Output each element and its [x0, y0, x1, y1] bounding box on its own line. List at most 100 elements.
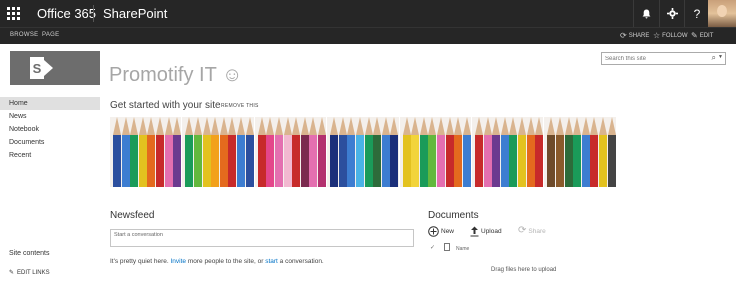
- gear-icon[interactable]: [659, 0, 684, 27]
- pencil-image: [300, 117, 309, 187]
- search-input[interactable]: [605, 54, 710, 64]
- drag-files-hint: Drag files here to upload: [491, 267, 557, 273]
- app-launcher-icon[interactable]: [0, 0, 27, 27]
- pencil-image: [445, 117, 454, 187]
- get-started-tile[interactable]: [182, 117, 255, 187]
- nav-item-home[interactable]: Home: [0, 97, 100, 110]
- pencil-icon: ✎: [9, 270, 15, 276]
- pencil-image: [309, 117, 318, 187]
- pencil-image: [526, 117, 535, 187]
- get-started-tile[interactable]: [327, 117, 400, 187]
- pencil-image: [202, 117, 211, 187]
- nav-item-recent[interactable]: Recent: [0, 149, 100, 162]
- site-logo[interactable]: S: [10, 51, 100, 85]
- newsfeed-title[interactable]: Newsfeed: [110, 210, 154, 221]
- pencil-image: [483, 117, 492, 187]
- pencil-image: [547, 117, 556, 187]
- suite-bar: Office 365 SharePoint ?: [0, 0, 736, 27]
- chevron-down-icon[interactable]: ▼: [718, 54, 723, 60]
- get-started-tile[interactable]: [544, 117, 617, 187]
- pencil-image: [228, 117, 237, 187]
- select-all-checkmark-icon[interactable]: ✓: [430, 244, 435, 251]
- remove-this-link[interactable]: REMOVE THIS: [221, 103, 259, 109]
- edit-button[interactable]: ✎ EDIT: [691, 31, 713, 40]
- pencil-image: [454, 117, 463, 187]
- pencil-image: [381, 117, 390, 187]
- pencil-image: [500, 117, 509, 187]
- pencil-image: [428, 117, 437, 187]
- pencil-image: [138, 117, 147, 187]
- plus-circle-icon: [428, 226, 439, 237]
- quiet-suffix: a conversation.: [279, 258, 324, 265]
- pencil-image: [219, 117, 228, 187]
- newsfeed-empty-message: It's pretty quiet here. Invite more peop…: [110, 258, 324, 265]
- pencil-image: [173, 117, 182, 187]
- pencil-image: [535, 117, 544, 187]
- get-started-heading: Get started with your site: [110, 100, 221, 111]
- conversation-input[interactable]: Start a conversation: [110, 229, 414, 247]
- pencil-image: [390, 117, 399, 187]
- ribbon: BROWSE PAGE ⟳ SHARE ☆ FOLLOW ✎ EDIT: [0, 27, 736, 44]
- get-started-tile[interactable]: [471, 117, 545, 187]
- sharepoint-logo-icon: S: [30, 57, 44, 79]
- share-label: SHARE: [628, 32, 650, 39]
- tab-page[interactable]: PAGE: [42, 32, 59, 38]
- nav-item-news[interactable]: News: [0, 110, 100, 123]
- nav-item-notebook[interactable]: Notebook: [0, 123, 100, 136]
- pencil-image: [121, 117, 130, 187]
- upload-label: Upload: [481, 228, 502, 235]
- pencil-image: [283, 117, 292, 187]
- search-icon[interactable]: ⌕: [712, 53, 716, 63]
- pencil-icon: ✎: [691, 31, 698, 40]
- left-nav: Home News Notebook Documents Recent: [0, 97, 100, 162]
- bell-icon[interactable]: [633, 0, 658, 27]
- site-contents-link[interactable]: Site contents: [9, 250, 49, 257]
- get-started-tile[interactable]: [399, 117, 472, 187]
- pencil-image: [266, 117, 275, 187]
- column-name[interactable]: Name: [456, 246, 469, 252]
- share-button[interactable]: ⟳ SHARE: [620, 31, 649, 40]
- documents-title[interactable]: Documents: [428, 210, 479, 221]
- follow-button[interactable]: ☆ FOLLOW: [653, 31, 688, 40]
- get-started-tile[interactable]: [254, 117, 328, 187]
- pencil-image: [590, 117, 599, 187]
- share-doc-label: Share: [528, 227, 546, 235]
- share-icon: ⟳: [620, 31, 627, 40]
- invite-link[interactable]: Invite: [171, 258, 187, 265]
- new-label: New: [441, 228, 455, 235]
- new-document-button[interactable]: New: [428, 226, 454, 237]
- pencil-image: [373, 117, 382, 187]
- sharepoint-app-name[interactable]: SharePoint: [103, 6, 167, 21]
- pencil-image: [330, 117, 339, 187]
- pencil-image: [555, 117, 564, 187]
- pencil-image: [185, 117, 194, 187]
- pencil-image: [274, 117, 283, 187]
- pencil-image: [317, 117, 326, 187]
- help-icon[interactable]: ?: [684, 0, 709, 27]
- pencil-image: [347, 117, 356, 187]
- site-title[interactable]: Promotify IT ☺: [109, 64, 242, 87]
- tab-browse[interactable]: BROWSE: [10, 32, 38, 38]
- edit-label: EDIT: [699, 32, 714, 39]
- pencil-image: [492, 117, 501, 187]
- start-link[interactable]: start: [265, 258, 278, 265]
- search-box: ⌕ ▼: [601, 52, 726, 65]
- share-document-button[interactable]: ⟳ Share: [518, 226, 546, 236]
- edit-links-button[interactable]: ✎ EDIT LINKS: [9, 269, 50, 277]
- pencil-image: [164, 117, 173, 187]
- pencil-image: [292, 117, 301, 187]
- pencil-image: [573, 117, 582, 187]
- get-started-tile[interactable]: [110, 117, 183, 187]
- upload-button[interactable]: Upload: [470, 226, 502, 237]
- pencil-image: [236, 117, 245, 187]
- pencil-image: [364, 117, 373, 187]
- pencil-image: [419, 117, 428, 187]
- office365-brand[interactable]: Office 365: [37, 6, 96, 21]
- pencil-image: [245, 117, 254, 187]
- pencil-image: [564, 117, 573, 187]
- nav-item-documents[interactable]: Documents: [0, 136, 100, 149]
- pencil-image: [462, 117, 471, 187]
- file-type-icon: [444, 243, 450, 251]
- star-icon: ☆: [653, 31, 661, 40]
- avatar[interactable]: [708, 0, 736, 27]
